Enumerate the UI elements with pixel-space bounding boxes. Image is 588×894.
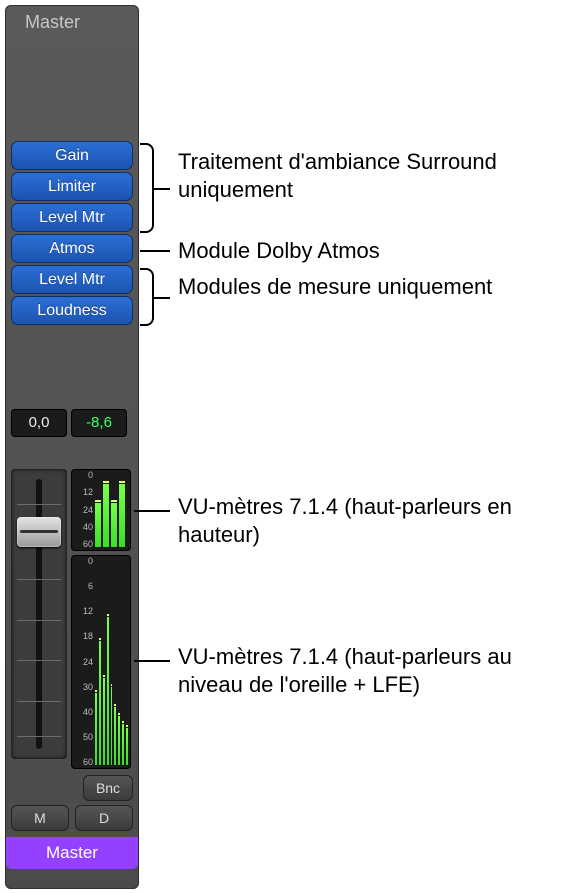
meter-bar [122,724,124,765]
bracket-surround [140,143,154,233]
meter-ear-speakers: 0 6 12 18 24 30 40 50 60 [71,555,131,769]
channel-title: Master [5,5,139,39]
meter-bar [111,687,113,765]
channel-name-footer[interactable]: Master [6,837,138,869]
volume-fader-track[interactable] [11,469,67,759]
volume-fader-cap[interactable] [17,517,61,547]
plugin-level-mtr-1[interactable]: Level Mtr [11,203,133,232]
solo-button[interactable]: D [75,805,133,831]
level-readout[interactable]: -8,6 [71,409,127,437]
fader-area: 0 12 24 40 60 0 6 12 18 24 30 40 50 [5,469,139,769]
mute-button[interactable]: M [11,805,69,831]
meter-ear-scale: 0 6 12 18 24 30 40 50 60 [73,557,93,767]
plugin-level-mtr-2[interactable]: Level Mtr [11,265,133,294]
plugin-slots: Gain Limiter Level Mtr Atmos Level Mtr L… [5,141,139,325]
meter-bar [95,503,101,547]
meter-bar [103,678,105,765]
meter-bar [114,707,116,765]
master-channel-strip: Master Gain Limiter Level Mtr Atmos Leve… [5,5,139,889]
callout-line-surround [154,188,170,190]
plugin-limiter[interactable]: Limiter [11,172,133,201]
callout-surround: Traitement d'ambiance Surround uniquemen… [178,148,568,203]
meter-height-bars [95,473,128,547]
bracket-metering [140,268,154,326]
meters: 0 12 24 40 60 0 6 12 18 24 30 40 50 [71,469,131,769]
callout-vu-height: VU-mètres 7.1.4 (haut-parleurs en hauteu… [178,493,578,548]
meter-bar [111,503,117,547]
meter-bar [119,484,125,547]
meter-height-speakers: 0 12 24 40 60 [71,469,131,551]
meter-bar [103,484,109,547]
callout-atmos: Module Dolby Atmos [178,237,380,265]
callout-metering: Modules de mesure uniquement [178,273,568,301]
callout-vu-ear: VU-mètres 7.1.4 (haut-parleurs au niveau… [178,643,578,698]
callout-line-metering [154,297,170,299]
meter-height-scale: 0 12 24 40 60 [73,471,93,549]
meter-bar [95,693,97,765]
value-readouts: 0,0 -8,6 [5,409,139,437]
meter-ear-bars [95,559,128,765]
callout-line-vu-ear [134,660,170,662]
callout-line-vu-height [134,510,170,512]
meter-bar [99,641,101,765]
bounce-button[interactable]: Bnc [83,775,133,801]
gain-readout[interactable]: 0,0 [11,409,67,437]
meter-bar [118,716,120,765]
meter-bar [107,617,109,765]
plugin-loudness[interactable]: Loudness [11,296,133,325]
meter-bar [126,728,128,765]
plugin-gain[interactable]: Gain [11,141,133,170]
plugin-atmos[interactable]: Atmos [11,234,133,263]
callout-line-atmos [140,250,170,252]
